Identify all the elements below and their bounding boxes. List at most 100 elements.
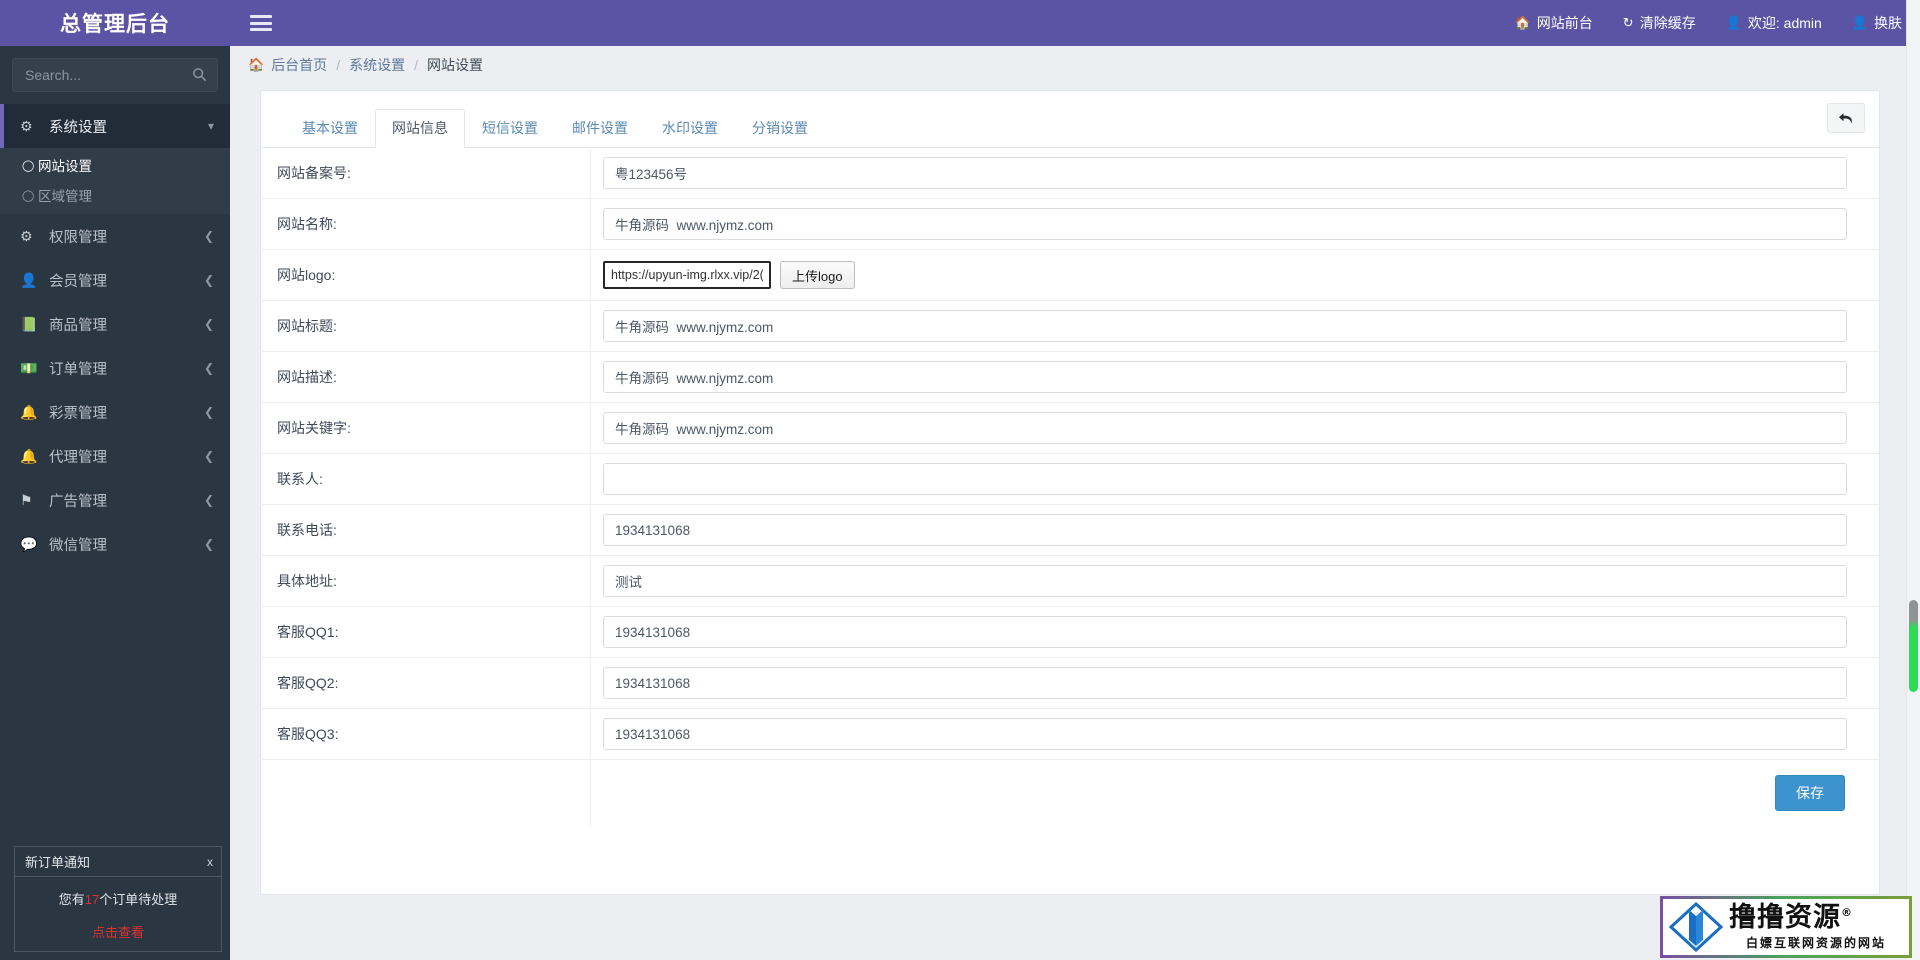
search-input[interactable] bbox=[13, 59, 217, 91]
form-actions-row: 保存 bbox=[261, 760, 1879, 826]
chevron-left-icon: ❮ bbox=[203, 229, 214, 243]
breadcrumb-item-system-settings[interactable]: 系统设置 bbox=[349, 55, 405, 75]
upload-logo-button[interactable]: 上传logo bbox=[780, 261, 855, 289]
tab-email-settings[interactable]: 邮件设置 bbox=[555, 109, 645, 148]
sidebar-item-permissions[interactable]: ⚙ 权限管理 ❮ bbox=[0, 214, 230, 258]
page-scrollbar-track[interactable] bbox=[1906, 0, 1920, 960]
sidebar-item-region-management[interactable]: ◯ 区域管理 bbox=[0, 180, 230, 210]
back-button[interactable] bbox=[1827, 103, 1865, 133]
field-control: 保存 bbox=[591, 760, 1879, 826]
user-icon: 👤 bbox=[1725, 15, 1742, 30]
field-control bbox=[591, 301, 1879, 351]
sidebar-item-members[interactable]: 👤 会员管理 ❮ bbox=[0, 258, 230, 302]
topnav-change-skin[interactable]: 👤 换肤 bbox=[1852, 13, 1902, 33]
breadcrumb-separator: / bbox=[414, 57, 418, 73]
sidebar: 总管理后台 ⚙ 系统设置 ▾ ◯ bbox=[0, 0, 230, 960]
field-control bbox=[591, 658, 1879, 708]
notification-message-suffix: 个订单待处理 bbox=[99, 892, 178, 907]
icp-number-input[interactable] bbox=[603, 157, 1847, 189]
sidebar-menu: ⚙ 系统设置 ▾ ◯ 网站设置 ◯ 区域管理 ⚙ 权限管理 ❮ 👤 会员管理 ❮… bbox=[0, 104, 230, 566]
notification-body: 您有17个订单待处理 bbox=[15, 877, 221, 914]
new-order-notification: 新订单通知 x 您有17个订单待处理 点击查看 bbox=[14, 846, 222, 952]
sidebar-subitem-label: 网站设置 bbox=[38, 159, 92, 174]
field-row-qq3: 客服QQ3: bbox=[261, 709, 1879, 760]
sidebar-item-agents[interactable]: 🔔 代理管理 ❮ bbox=[0, 434, 230, 478]
chevron-left-icon: ❮ bbox=[203, 361, 214, 375]
sidebar-item-wechat[interactable]: 💬 微信管理 ❮ bbox=[0, 522, 230, 566]
watermark-title-row: 撸撸资源® bbox=[1729, 904, 1903, 931]
hamburger-icon[interactable] bbox=[250, 15, 272, 31]
watermark-subtitle: 白嫖互联网资源的网站 bbox=[1745, 935, 1886, 950]
sidebar-item-products[interactable]: 📗 商品管理 ❮ bbox=[0, 302, 230, 346]
field-label: 客服QQ3: bbox=[261, 709, 591, 759]
sidebar-item-system-settings[interactable]: ⚙ 系统设置 ▾ bbox=[0, 104, 230, 148]
contact-person-input[interactable] bbox=[603, 463, 1847, 495]
admin-page: 总管理后台 ⚙ 系统设置 ▾ ◯ bbox=[0, 0, 1920, 960]
close-icon[interactable]: x bbox=[207, 855, 213, 869]
sidebar-item-orders[interactable]: 💵 订单管理 ❮ bbox=[0, 346, 230, 390]
watermark-mark-icon bbox=[1668, 901, 1724, 953]
field-label: 网站关键字: bbox=[261, 403, 591, 453]
field-control bbox=[591, 199, 1879, 249]
sidebar-group-permissions: ⚙ 权限管理 ❮ bbox=[0, 214, 230, 258]
topnav-site-frontend[interactable]: 🏠 网站前台 bbox=[1515, 13, 1593, 33]
topnav-user-welcome[interactable]: 👤 欢迎: admin bbox=[1726, 13, 1822, 33]
field-row-contact-phone: 联系电话: bbox=[261, 505, 1879, 556]
tab-distribution-settings[interactable]: 分销设置 bbox=[735, 109, 825, 148]
sidebar-item-label: 彩票管理 bbox=[49, 405, 107, 422]
sidebar-submenu-system-settings: ◯ 网站设置 ◯ 区域管理 bbox=[0, 148, 230, 214]
field-label: 网站名称: bbox=[261, 199, 591, 249]
notification-count: 17 bbox=[84, 892, 100, 907]
registered-trademark-icon: ® bbox=[1841, 905, 1853, 919]
service-qq2-input[interactable] bbox=[603, 667, 1847, 699]
contact-phone-input[interactable] bbox=[603, 514, 1847, 546]
site-logo-input[interactable] bbox=[603, 261, 771, 289]
site-description-input[interactable] bbox=[603, 361, 1847, 393]
field-label-spacer bbox=[261, 760, 591, 826]
tab-basic-settings[interactable]: 基本设置 bbox=[285, 109, 375, 148]
topnav-label: 欢迎: admin bbox=[1747, 15, 1822, 31]
sidebar-item-ads[interactable]: ⚑ 广告管理 ❮ bbox=[0, 478, 230, 522]
site-keywords-input[interactable] bbox=[603, 412, 1847, 444]
field-row-qq2: 客服QQ2: bbox=[261, 658, 1879, 709]
tab-watermark-settings[interactable]: 水印设置 bbox=[645, 109, 735, 148]
field-control bbox=[591, 403, 1879, 453]
site-name-input[interactable] bbox=[603, 208, 1847, 240]
sidebar-item-label: 订单管理 bbox=[49, 361, 107, 378]
user-icon: 👤 bbox=[20, 271, 38, 288]
search-box[interactable] bbox=[12, 58, 218, 92]
notification-title: 新订单通知 bbox=[25, 855, 91, 870]
field-row-site-keywords: 网站关键字: bbox=[261, 403, 1879, 454]
topnav-clear-cache[interactable]: ↻ 清除缓存 bbox=[1623, 13, 1696, 33]
breadcrumb-item-home[interactable]: 后台首页 bbox=[271, 55, 327, 75]
sidebar-group-agents: 🔔 代理管理 ❮ bbox=[0, 434, 230, 478]
watermark-title: 撸撸资源 bbox=[1729, 901, 1841, 933]
sidebar-group-system-settings: ⚙ 系统设置 ▾ ◯ 网站设置 ◯ 区域管理 bbox=[0, 104, 230, 214]
site-title-input[interactable] bbox=[603, 310, 1847, 342]
content-panel: 基本设置 网站信息 短信设置 邮件设置 水印设置 分销设置 网站备案号: 网站名… bbox=[260, 90, 1880, 895]
breadcrumb: 🏠 后台首页 / 系统设置 / 网站设置 bbox=[230, 46, 1920, 84]
field-label: 客服QQ1: bbox=[261, 607, 591, 657]
sidebar-item-lottery[interactable]: 🔔 彩票管理 ❮ bbox=[0, 390, 230, 434]
hamburger-bar bbox=[250, 28, 272, 31]
field-control bbox=[591, 454, 1879, 504]
notification-header: 新订单通知 x bbox=[15, 847, 221, 877]
notification-link[interactable]: 点击查看 bbox=[15, 914, 221, 951]
page-scrollbar-thumb[interactable] bbox=[1909, 600, 1918, 692]
field-label: 网站备案号: bbox=[261, 148, 591, 198]
sidebar-group-orders: 💵 订单管理 ❮ bbox=[0, 346, 230, 390]
chevron-left-icon: ❮ bbox=[203, 317, 214, 331]
sidebar-item-website-settings[interactable]: ◯ 网站设置 bbox=[0, 150, 230, 180]
save-button[interactable]: 保存 bbox=[1775, 775, 1845, 811]
service-qq1-input[interactable] bbox=[603, 616, 1847, 648]
address-input[interactable] bbox=[603, 565, 1847, 597]
sidebar-group-ads: ⚑ 广告管理 ❮ bbox=[0, 478, 230, 522]
field-label: 具体地址: bbox=[261, 556, 591, 606]
brand-title: 总管理后台 bbox=[60, 13, 170, 36]
tab-sms-settings[interactable]: 短信设置 bbox=[465, 109, 555, 148]
skin-icon: 👤 bbox=[1851, 15, 1868, 30]
service-qq3-input[interactable] bbox=[603, 718, 1847, 750]
search-icon bbox=[193, 68, 207, 82]
sidebar-item-label: 微信管理 bbox=[49, 537, 107, 554]
tab-website-info[interactable]: 网站信息 bbox=[375, 109, 465, 148]
